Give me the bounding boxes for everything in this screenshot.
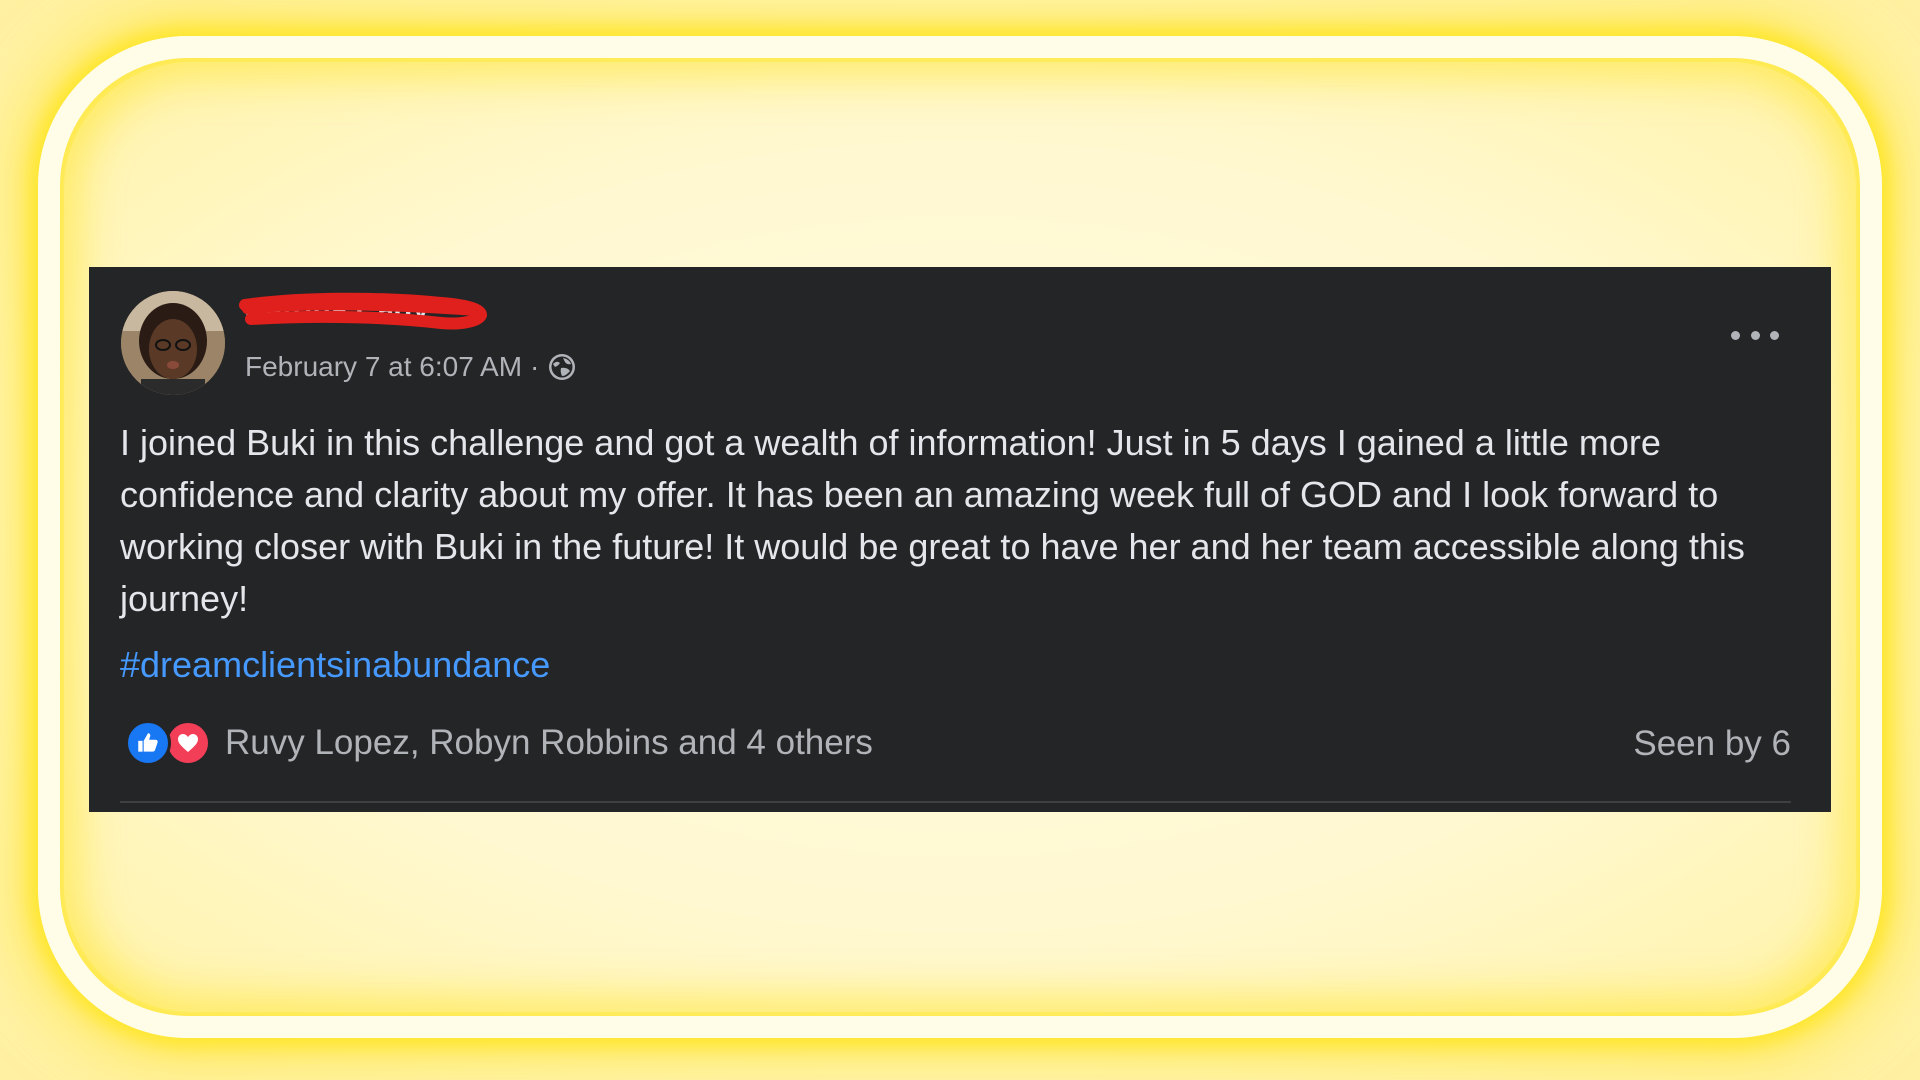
hashtag-link[interactable]: #dreamclientsinabundance <box>120 643 550 687</box>
redaction-scribble <box>239 292 488 330</box>
globe-icon[interactable] <box>547 352 577 382</box>
love-icon <box>165 720 211 766</box>
more-dot-icon <box>1731 330 1740 340</box>
like-icon <box>125 720 171 766</box>
more-options-button[interactable] <box>1731 323 1779 347</box>
reaction-icons <box>125 720 211 766</box>
post-card: Catrina Cady February 7 at 6:07 AM · I j… <box>89 267 1831 812</box>
more-dot-icon <box>1750 330 1760 340</box>
seen-by-count[interactable]: Seen by 6 <box>1633 724 1791 764</box>
author-avatar[interactable] <box>121 291 225 395</box>
more-dot-icon <box>1770 330 1779 340</box>
post-body-text: I joined Buki in this challenge and got … <box>120 422 1745 619</box>
divider <box>120 801 1791 803</box>
reactors-text[interactable]: Ruvy Lopez, Robyn Robbins and 4 others <box>225 723 873 763</box>
post-meta: February 7 at 6:07 AM · <box>245 351 577 383</box>
meta-separator: · <box>530 351 540 382</box>
reactions-summary[interactable]: Ruvy Lopez, Robyn Robbins and 4 others <box>125 720 873 766</box>
post-timestamp[interactable]: February 7 at 6:07 AM <box>245 351 522 383</box>
